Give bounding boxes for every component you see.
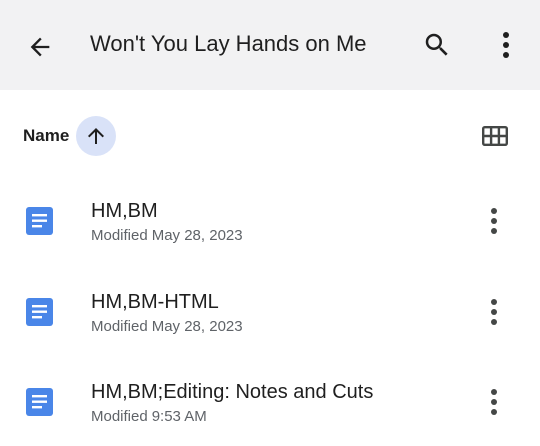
google-docs-icon (26, 207, 53, 235)
more-vertical-icon (503, 32, 509, 58)
sort-label[interactable]: Name (23, 126, 69, 146)
arrow-back-icon (30, 37, 50, 57)
modified-date: May 28, 2023 (151, 318, 243, 335)
more-vertical-icon (491, 389, 497, 415)
more-vertical-icon (491, 299, 497, 325)
page-title: Won't You Lay Hands on Me (90, 31, 367, 56)
google-docs-icon (26, 298, 53, 326)
sort-direction-button[interactable] (76, 116, 116, 156)
more-vertical-icon (491, 208, 497, 234)
file-more-button[interactable] (472, 380, 516, 424)
file-more-button[interactable] (472, 199, 516, 243)
file-modified: Modified May 28, 2023 (91, 318, 243, 336)
file-name: HM,BM;Editing: Notes and Cuts (91, 381, 374, 403)
back-button[interactable] (18, 25, 62, 69)
more-options-button[interactable] (484, 23, 528, 67)
modified-label: Modified (91, 318, 148, 335)
file-modified: Modified 9:53 AM (91, 408, 207, 426)
file-name: HM,BM-HTML (91, 291, 219, 313)
file-row[interactable]: HM,BM Modified May 28, 2023 (0, 175, 540, 265)
modified-label: Modified (91, 227, 148, 244)
modified-date: May 28, 2023 (151, 227, 243, 244)
grid-view-button[interactable] (473, 114, 517, 158)
modified-label: Modified (91, 408, 148, 425)
file-name: HM,BM (91, 200, 158, 222)
search-button[interactable] (415, 23, 459, 67)
file-row[interactable]: HM,BM-HTML Modified May 28, 2023 (0, 266, 540, 356)
search-icon (425, 33, 448, 56)
file-more-button[interactable] (472, 290, 516, 334)
arrow-up-icon (88, 128, 104, 144)
modified-date: 9:53 AM (151, 408, 207, 425)
google-docs-icon (26, 388, 53, 416)
file-row[interactable]: HM,BM;Editing: Notes and Cuts Modified 9:… (0, 356, 540, 446)
grid-view-icon (482, 126, 508, 146)
file-modified: Modified May 28, 2023 (91, 227, 243, 245)
